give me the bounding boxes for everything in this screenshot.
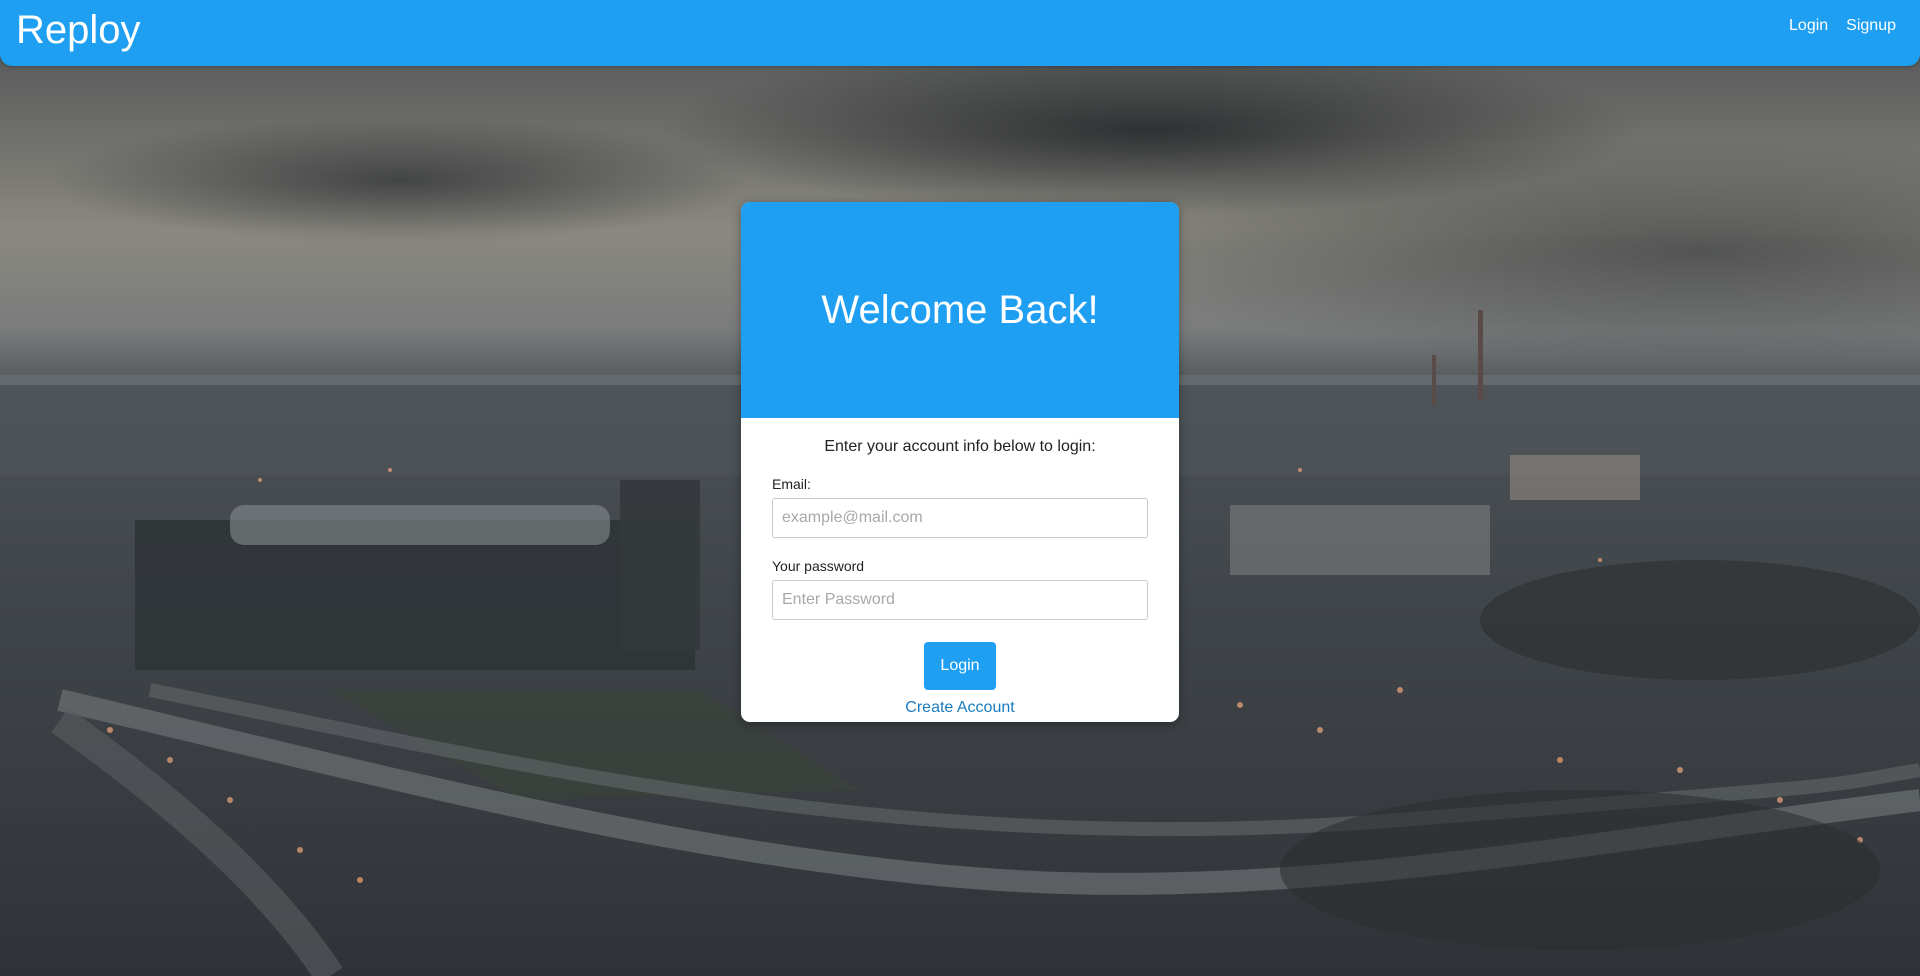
email-label: Email: xyxy=(772,476,811,492)
welcome-heading: Welcome Back! xyxy=(821,287,1099,332)
submit-row: Login xyxy=(772,642,1148,690)
login-button[interactable]: Login xyxy=(924,642,996,690)
brand-logo[interactable]: Reploy xyxy=(16,7,141,53)
login-form: Enter your account info below to login: … xyxy=(741,418,1179,717)
top-navbar: Reploy Login Signup xyxy=(0,0,1920,66)
header-nav: Login Signup xyxy=(1789,17,1896,35)
password-label: Your password xyxy=(772,558,865,574)
login-card-header: Welcome Back! xyxy=(741,202,1179,418)
email-input[interactable] xyxy=(772,498,1148,538)
login-card: Welcome Back! Enter your account info be… xyxy=(741,202,1179,722)
create-account-link[interactable]: Create Account xyxy=(772,699,1148,717)
nav-login-link[interactable]: Login xyxy=(1789,17,1828,35)
login-instructions: Enter your account info below to login: xyxy=(824,438,1096,455)
password-input[interactable] xyxy=(772,580,1148,620)
nav-signup-link[interactable]: Signup xyxy=(1846,17,1896,35)
